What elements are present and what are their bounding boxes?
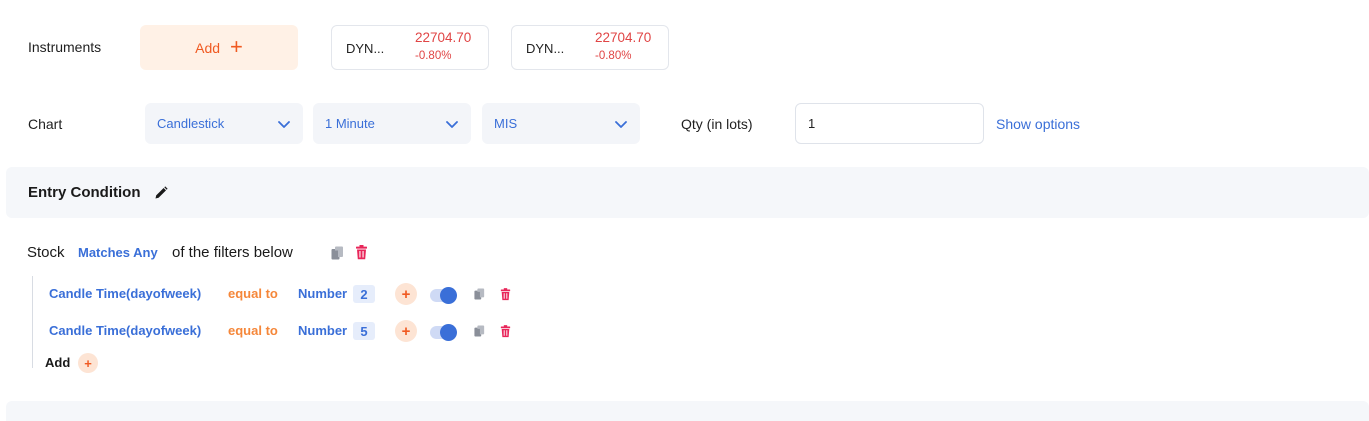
condition-value[interactable]: 2 bbox=[353, 285, 375, 303]
qty-label: Qty (in lots) bbox=[681, 116, 753, 132]
product-value: MIS bbox=[494, 116, 518, 131]
condition-value-type[interactable]: Number bbox=[298, 323, 347, 338]
add-instrument-label: Add bbox=[195, 39, 221, 56]
interval-value: 1 Minute bbox=[325, 116, 375, 131]
qty-input[interactable] bbox=[795, 103, 984, 144]
interval-select[interactable]: 1 Minute bbox=[313, 103, 471, 144]
instruments-label: Instruments bbox=[28, 39, 102, 55]
chevron-down-icon bbox=[446, 120, 458, 128]
chevron-down-icon bbox=[278, 120, 290, 128]
instrument-name: DYN... bbox=[346, 41, 385, 56]
plus-icon: + bbox=[230, 33, 243, 59]
condition-operator[interactable]: equal to bbox=[228, 323, 278, 338]
instrument-price: 22704.70 bbox=[595, 30, 652, 45]
instrument-change: -0.80% bbox=[415, 50, 452, 62]
plus-icon: + bbox=[84, 355, 92, 371]
group-divider bbox=[32, 276, 33, 368]
entry-condition-header bbox=[6, 167, 1369, 218]
group-suffix: of the filters below bbox=[172, 244, 293, 261]
chart-type-value: Candlestick bbox=[157, 116, 225, 131]
add-filter-label[interactable]: Add bbox=[45, 355, 70, 370]
condition-field[interactable]: Candle Time(dayofweek) bbox=[49, 323, 201, 338]
add-instrument-button[interactable]: Add + bbox=[140, 25, 298, 70]
entry-condition-title: Entry Condition bbox=[28, 184, 141, 201]
condition-operator[interactable]: equal to bbox=[228, 286, 278, 301]
instrument-change: -0.80% bbox=[595, 50, 632, 62]
add-condition-button[interactable]: + bbox=[395, 320, 417, 342]
trash-icon[interactable] bbox=[499, 287, 512, 301]
plus-icon: + bbox=[401, 322, 411, 340]
condition-toggle[interactable] bbox=[430, 324, 457, 341]
match-mode-dropdown[interactable]: Matches Any bbox=[78, 245, 158, 260]
copy-icon[interactable] bbox=[473, 287, 486, 301]
chart-type-select[interactable]: Candlestick bbox=[145, 103, 303, 144]
condition-toggle[interactable] bbox=[430, 287, 457, 304]
show-options-link[interactable]: Show options bbox=[996, 116, 1080, 132]
condition-field[interactable]: Candle Time(dayofweek) bbox=[49, 286, 201, 301]
chart-label: Chart bbox=[28, 116, 63, 132]
trash-icon[interactable] bbox=[354, 244, 369, 260]
add-filter-button[interactable]: + bbox=[78, 353, 98, 373]
group-subject: Stock bbox=[27, 244, 65, 261]
plus-icon: + bbox=[401, 285, 411, 303]
pencil-icon[interactable] bbox=[153, 185, 169, 201]
toggle-knob bbox=[440, 287, 457, 304]
toggle-knob bbox=[440, 324, 457, 341]
copy-icon[interactable] bbox=[473, 324, 486, 338]
chevron-down-icon bbox=[615, 120, 627, 128]
instrument-card[interactable]: DYN... 22704.70 -0.80% bbox=[511, 25, 669, 70]
instrument-price: 22704.70 bbox=[415, 30, 472, 45]
next-section-header bbox=[6, 401, 1369, 421]
condition-value[interactable]: 5 bbox=[353, 322, 375, 340]
product-select[interactable]: MIS bbox=[482, 103, 640, 144]
trash-icon[interactable] bbox=[499, 324, 512, 338]
instrument-name: DYN... bbox=[526, 41, 565, 56]
add-condition-button[interactable]: + bbox=[395, 283, 417, 305]
condition-value-type[interactable]: Number bbox=[298, 286, 347, 301]
instrument-card[interactable]: DYN... 22704.70 -0.80% bbox=[331, 25, 489, 70]
copy-icon[interactable] bbox=[330, 245, 345, 261]
